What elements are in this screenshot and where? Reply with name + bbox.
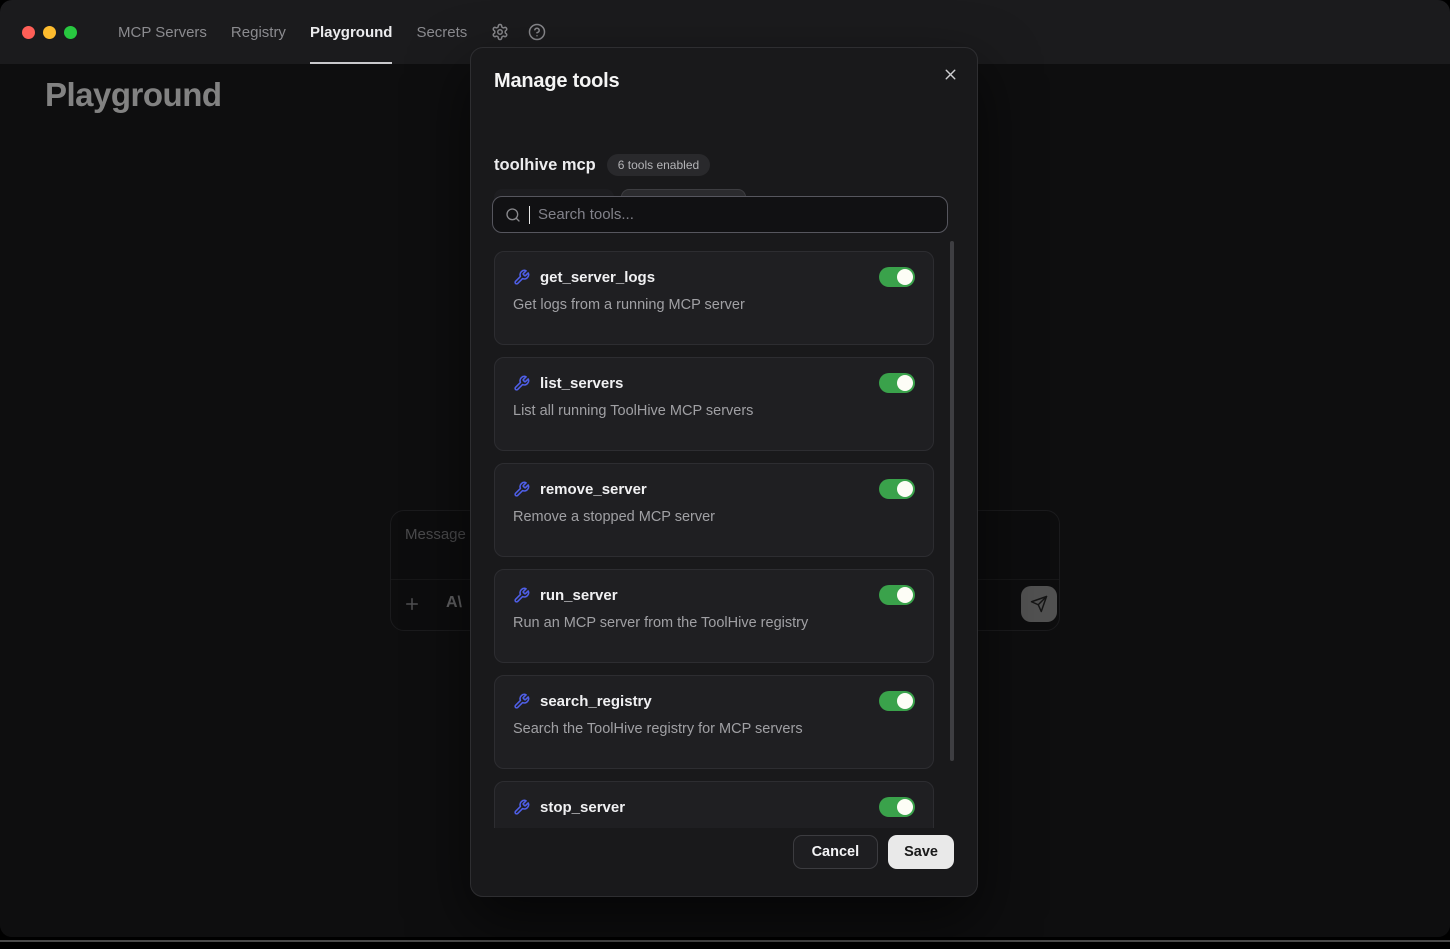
tool-toggle[interactable]: [879, 267, 915, 287]
tool-toggle[interactable]: [879, 797, 915, 817]
tool-toggle[interactable]: [879, 373, 915, 393]
tool-card: list_servers List all running ToolHive M…: [494, 357, 934, 451]
nav-tab-secrets[interactable]: Secrets: [416, 0, 467, 64]
toggle-knob: [897, 375, 913, 391]
search-icon: [505, 207, 521, 223]
help-circle-icon: [528, 23, 546, 41]
tool-toggle[interactable]: [879, 585, 915, 605]
tools-list: get_server_logs Get logs from a running …: [494, 251, 934, 828]
tool-description: Get logs from a running MCP server: [513, 297, 915, 313]
server-row: toolhive mcp 6 tools enabled: [494, 154, 710, 176]
minimize-window-button[interactable]: [43, 26, 56, 39]
toggle-knob: [897, 693, 913, 709]
tool-name: search_registry: [540, 693, 869, 710]
tool-name: run_server: [540, 587, 869, 604]
tool-name: remove_server: [540, 481, 869, 498]
wrench-icon: [513, 481, 530, 498]
text-caret: [529, 206, 530, 224]
tool-description: Remove a stopped MCP server: [513, 509, 915, 525]
toggle-knob: [897, 587, 913, 603]
tool-card: remove_server Remove a stopped MCP serve…: [494, 463, 934, 557]
tool-card: get_server_logs Get logs from a running …: [494, 251, 934, 345]
toggle-knob: [897, 481, 913, 497]
tool-name: get_server_logs: [540, 269, 869, 286]
close-window-button[interactable]: [22, 26, 35, 39]
nav-tab-mcp-servers[interactable]: MCP Servers: [118, 0, 207, 64]
dialog-title: Manage tools: [494, 70, 619, 93]
dialog-footer: Cancel Save: [793, 835, 954, 869]
tools-search[interactable]: Search tools...: [492, 196, 948, 233]
nav-tab-playground[interactable]: Playground: [310, 0, 393, 64]
nav-tab-registry[interactable]: Registry: [231, 0, 286, 64]
tools-enabled-badge: 6 tools enabled: [607, 154, 710, 176]
main-nav: MCP Servers Registry Playground Secrets: [118, 0, 467, 64]
tool-toggle[interactable]: [879, 691, 915, 711]
wrench-icon: [513, 587, 530, 604]
tool-toggle[interactable]: [879, 479, 915, 499]
traffic-lights: [22, 26, 77, 39]
manage-tools-dialog: Manage tools toolhive mcp 6 tools enable…: [470, 47, 978, 897]
wrench-icon: [513, 693, 530, 710]
close-dialog-button[interactable]: [938, 62, 962, 86]
wrench-icon: [513, 799, 530, 816]
wrench-icon: [513, 375, 530, 392]
close-icon: [942, 66, 959, 83]
tool-card: stop_server: [494, 781, 934, 828]
tool-description: Search the ToolHive registry for MCP ser…: [513, 721, 915, 737]
tool-description: List all running ToolHive MCP servers: [513, 403, 915, 419]
tool-card: run_server Run an MCP server from the To…: [494, 569, 934, 663]
settings-button[interactable]: [489, 21, 511, 43]
save-button[interactable]: Save: [888, 835, 954, 869]
tools-scrollbar[interactable]: [950, 241, 954, 761]
server-name: toolhive mcp: [494, 156, 596, 175]
toggle-knob: [897, 269, 913, 285]
tool-card: search_registry Search the ToolHive regi…: [494, 675, 934, 769]
search-placeholder: Search tools...: [538, 206, 634, 223]
tool-name: stop_server: [540, 799, 869, 816]
tool-name: list_servers: [540, 375, 869, 392]
toggle-knob: [897, 799, 913, 815]
maximize-window-button[interactable]: [64, 26, 77, 39]
gear-icon: [491, 23, 509, 41]
cancel-button[interactable]: Cancel: [793, 835, 879, 869]
tool-description: Run an MCP server from the ToolHive regi…: [513, 615, 915, 631]
window-bottom-edge: [0, 940, 1450, 942]
help-button[interactable]: [526, 21, 548, 43]
wrench-icon: [513, 269, 530, 286]
